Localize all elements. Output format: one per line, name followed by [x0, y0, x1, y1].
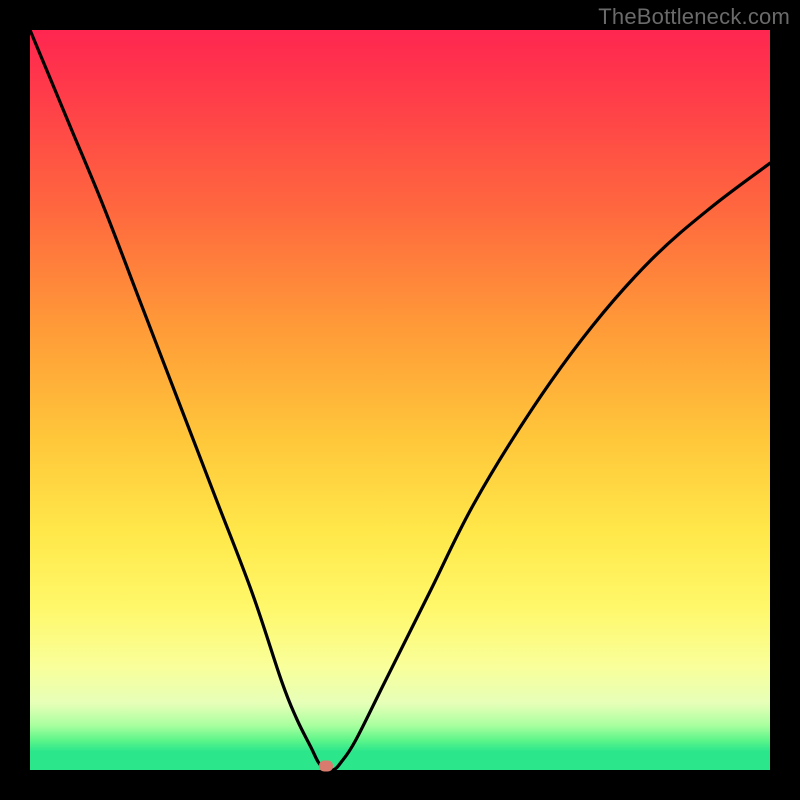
bottleneck-curve — [30, 30, 770, 770]
plot-area — [30, 30, 770, 770]
outer-frame: TheBottleneck.com — [0, 0, 800, 800]
watermark-text: TheBottleneck.com — [598, 4, 790, 30]
minimum-marker — [319, 761, 333, 772]
